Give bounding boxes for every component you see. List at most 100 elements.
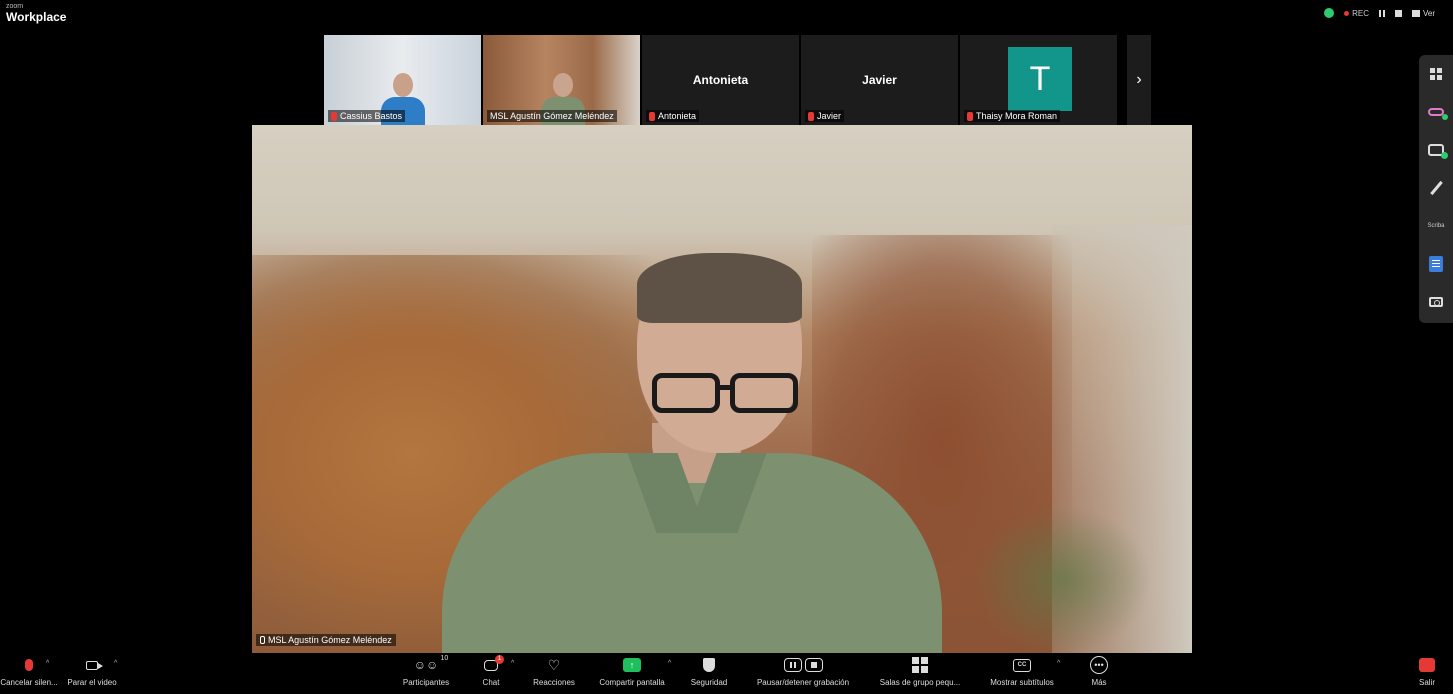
participant-namebar: Cassius Bastos [328,110,406,122]
mic-icon [260,636,265,644]
stop-video-label: Parar el video [67,678,117,687]
video-options-caret-icon[interactable]: ^ [114,660,117,667]
more-button[interactable]: ••• Más [1080,654,1118,694]
recording-controls-icon [783,658,823,672]
security-label: Seguridad [690,678,728,687]
meeting-status: REC Ver [1324,8,1435,18]
stop-recording-icon[interactable] [1394,9,1402,17]
reactions-button[interactable]: ♡ Reacciones [528,654,580,694]
participant-namebar: Thaisy Mora Roman [964,110,1061,122]
participant-name: Javier [817,111,842,121]
encryption-shield-icon[interactable] [1324,8,1335,18]
apps-grid-icon [1430,68,1442,80]
docs-button[interactable] [1419,249,1453,279]
recording-dot-icon [1344,10,1350,16]
participants-label: Participantes [402,678,450,687]
annotate-icon [1429,180,1443,196]
participant-tile[interactable]: Javier Javier [801,35,958,125]
participant-center-name: Antonieta [692,73,749,87]
chat-label: Chat [482,678,500,687]
mic-muted-icon [808,111,814,121]
docs-icon [1429,256,1443,272]
speaker-name: MSL Agustín Gómez Meléndez [268,635,392,645]
speaker-namebar: MSL Agustín Gómez Meléndez [256,634,396,646]
meeting-toolbar: Cancelar silen... ^ Parar el video ^ ☺☺ 1… [0,654,1453,694]
brand-small: zoom [6,3,24,10]
captions-button[interactable]: CC Mostrar subtítulos [982,654,1062,694]
participant-namebar: MSL Agustín Gómez Meléndez [487,110,617,122]
breakout-rooms-icon [912,657,928,673]
chat-icon: 1 [484,654,504,671]
closed-captions-icon: CC [1013,658,1031,672]
participants-button[interactable]: ☺☺ 10 Participantes [396,654,456,694]
leave-button[interactable]: Salir [1410,654,1444,694]
notes-icon [1428,144,1448,159]
avatar: T [1008,47,1072,111]
participants-count: 10 [440,655,449,662]
participant-name: Cassius Bastos [340,111,403,121]
chat-options-caret-icon[interactable]: ^ [511,660,514,667]
scriba-label: Scriba [1427,223,1445,229]
leave-icon [1419,658,1435,672]
video-camera-icon [86,660,103,670]
mic-muted-icon [649,111,655,121]
reactions-label: Reacciones [533,678,575,687]
security-shield-icon [703,658,715,672]
participant-tile[interactable]: MSL Agustín Gómez Meléndez [483,35,640,125]
participant-tile[interactable]: Cassius Bastos [324,35,481,125]
apps-button[interactable] [1419,59,1453,89]
share-screen-label: Compartir pantalla [599,678,665,687]
whiteboard-icon [1428,108,1448,120]
participants-icon: ☺☺ [413,658,439,672]
chat-unread-badge: 1 [495,654,504,664]
participant-center-name: Javier [862,73,897,87]
participant-namebar: Antonieta [646,110,700,122]
pause-stop-recording-button[interactable]: Pausar/detener grabación [748,654,858,694]
top-bar: zoom Workplace REC Ver [0,0,1453,30]
participant-name: Thaisy Mora Roman [976,111,1058,121]
breakout-rooms-label: Salas de grupo pequ... [879,678,961,687]
audio-options-caret-icon[interactable]: ^ [46,660,49,667]
participant-name: MSL Agustín Gómez Meléndez [490,111,614,121]
camera-button[interactable] [1419,287,1453,317]
leave-label: Salir [1418,678,1435,687]
unmute-label: Cancelar silen... [0,678,58,687]
active-speaker-video[interactable] [252,125,1192,653]
stop-video-button[interactable]: Parar el video [62,654,122,694]
camera-icon [1429,297,1443,307]
mic-muted-icon [331,111,337,121]
chat-button[interactable]: 1 Chat [472,654,510,694]
recording-indicator: REC [1344,9,1369,18]
notes-button[interactable] [1419,135,1453,165]
view-button[interactable]: Ver [1411,9,1435,18]
recording-label: REC [1352,8,1369,18]
mic-muted-icon [967,111,973,121]
annotate-button[interactable] [1419,173,1453,203]
breakout-rooms-button[interactable]: Salas de grupo pequ... [872,654,968,694]
app-brand: zoom Workplace [6,3,66,23]
more-icon: ••• [1090,656,1108,674]
mic-muted-icon [25,659,33,671]
right-rail: Scriba [1419,55,1453,323]
pause-recording-icon[interactable] [1378,9,1385,17]
participant-tile[interactable]: T Thaisy Mora Roman [960,35,1117,125]
captions-label: Mostrar subtítulos [990,678,1054,687]
chevron-right-icon: › [1136,71,1142,88]
captions-options-caret-icon[interactable]: ^ [1057,660,1060,667]
share-screen-button[interactable]: ↑ Compartir pantalla [592,654,672,694]
brand-name: Workplace [6,10,67,24]
heart-icon: ♡ [547,656,561,673]
speaker-figure [442,253,942,653]
participant-tile[interactable]: Antonieta Antonieta [642,35,799,125]
next-page-button[interactable]: › [1127,35,1151,125]
scriba-button[interactable]: Scriba [1419,211,1453,241]
share-options-caret-icon[interactable]: ^ [668,660,671,667]
glasses [652,373,802,413]
more-label: Más [1091,678,1107,687]
whiteboard-button[interactable] [1419,97,1453,127]
recording-label: Pausar/detener grabación [756,678,850,687]
view-grid-icon [1411,9,1420,17]
security-button[interactable]: Seguridad [684,654,734,694]
participant-name: Antonieta [658,111,697,121]
participant-strip: Cassius Bastos MSL Agustín Gómez Melénde… [324,35,1117,125]
